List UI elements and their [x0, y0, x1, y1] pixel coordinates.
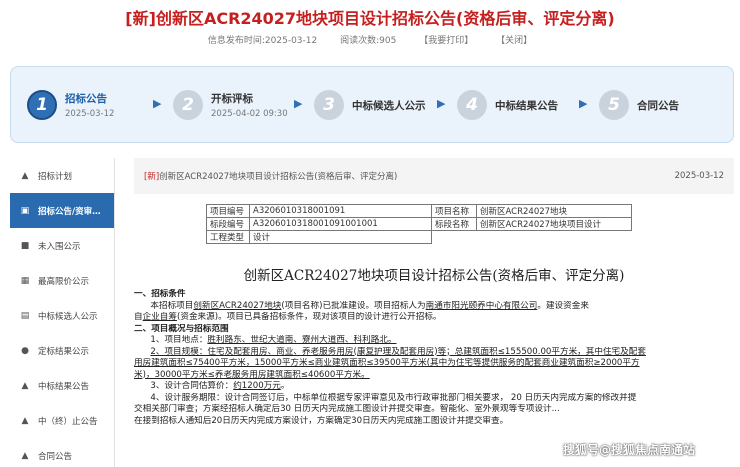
sidebar-item-label: 合同公告	[38, 451, 73, 462]
section-heading: 二、项目概况与招标范围	[134, 323, 229, 334]
paragraph: 在接到招标人通知后20日历天内完成方案设计，方案确定30日历天内完成施工图设计并…	[134, 415, 509, 426]
step-date: 2025-03-12	[65, 109, 115, 119]
sidebar-item-label: 中标候选人公示	[38, 311, 98, 322]
new-tag: [新]	[125, 9, 156, 28]
person-icon: ●	[21, 345, 29, 356]
announcement-body: 一、招标条件 本招标项目创新区ACR24027地块(项目名称)已批准建设。项目招…	[134, 289, 732, 427]
section-heading: 一、招标条件	[134, 289, 186, 299]
new-tag: [新]	[144, 172, 160, 182]
step-arrow-icon: ▶	[437, 97, 446, 110]
bell-icon: ▲	[21, 380, 29, 391]
paragraph: 本招标项目创新区ACR24027地块(项目名称)已批准建设。项目招标人为南通市阳…	[150, 300, 589, 311]
step-number: 2	[173, 90, 203, 120]
sidebar-item-label: 未入围公示	[38, 241, 81, 252]
sidebar-item-not-shortlisted[interactable]: ■ 未入围公示	[10, 228, 114, 263]
sidebar-item-termination[interactable]: ▲ 中（终）止公告	[10, 403, 114, 438]
paragraph: 4、设计服务期限：设计合同签订后，中标单位根据专家评审意见及市行政审批部门相关要…	[150, 392, 637, 403]
paragraph: 米)，30000平方米≤养老服务用房建筑面积≤40600平方米。	[134, 369, 370, 380]
sidebar-item-label: 定标结果公示	[38, 346, 90, 357]
view-count: 阅读次数:905	[340, 36, 397, 46]
paragraph: 1、项目地点：胜利路东、世纪大道南、寮州大道西、科利路北。	[150, 335, 397, 345]
table-cell: 标段名称	[431, 217, 477, 231]
sidebar-item-label: 中（终）止公告	[38, 416, 98, 427]
table-cell: 项目编号	[206, 204, 250, 218]
step-bid-opening[interactable]: ▶ 2 开标评标 2025-04-02 09:30	[153, 85, 288, 125]
content-header-date: 2025-03-12	[674, 171, 724, 181]
sidebar-item-candidates[interactable]: ▤ 中标候选人公示	[10, 298, 114, 333]
step-number: 3	[314, 90, 344, 120]
step-contract-notice[interactable]: ▶ 5 合同公告	[579, 85, 679, 125]
sidebar-item-label: 招标计划	[38, 171, 73, 182]
table-cell: 标段编号	[206, 217, 250, 231]
sidebar-item-label: 招标公告/资审…	[38, 206, 101, 217]
step-arrow-icon: ▶	[153, 97, 162, 110]
table-cell: 创新区ACR24027地块项目设计	[476, 217, 632, 231]
step-number: 1	[27, 90, 57, 120]
paragraph: 2、项目规模：住宅及配套用房、商业、养老服务用房(康复护理及配套用房)等；总建筑…	[150, 346, 646, 357]
step-label: 招标公告	[65, 93, 107, 105]
sidebar-item-label: 最高限价公示	[38, 276, 90, 287]
source-watermark: 搜狐号@搜狐焦点南通站	[563, 443, 696, 457]
table-cell: A3206010318001091001001	[249, 217, 432, 231]
table-row: 工程类型 设计	[206, 230, 632, 244]
building-icon: ■	[20, 240, 30, 251]
table-cell: 项目名称	[431, 204, 477, 218]
sidebar-item-label: 中标结果公告	[38, 381, 90, 392]
step-number: 5	[599, 90, 629, 120]
document-icon: ▣	[20, 205, 30, 216]
meta-bar: 信息发布时间:2025-03-12 阅读次数:905 【我要打印】 【关闭】	[0, 33, 740, 46]
step-arrow-icon: ▶	[579, 97, 588, 110]
step-arrow-icon: ▶	[294, 97, 303, 110]
step-date: 2025-04-02 09:30	[211, 109, 288, 119]
step-candidate-notice[interactable]: ▶ 3 中标候选人公示	[294, 85, 426, 125]
content-header-title: [新]创新区ACR24027地块项目设计招标公告(资格后审、评定分离)	[144, 170, 397, 182]
sidebar-item-award-result[interactable]: ▲ 中标结果公告	[10, 368, 114, 403]
step-award-result[interactable]: ▶ 4 中标结果公告	[437, 85, 558, 125]
sidebar-item-award-decision[interactable]: ● 定标结果公示	[10, 333, 114, 368]
content-header-text: 创新区ACR24027地块项目设计招标公告(资格后审、评定分离)	[159, 172, 398, 182]
table-cell: A3206010318001091	[249, 204, 432, 218]
announcement-content: [新]创新区ACR24027地块项目设计招标公告(资格后审、评定分离) 2025…	[134, 158, 734, 467]
step-label: 中标结果公告	[495, 99, 558, 112]
table-row: 标段编号 A3206010318001091001001 标段名称 创新区ACR…	[206, 217, 632, 231]
publish-time: 信息发布时间:2025-03-12	[207, 36, 318, 46]
sidebar-item-tender-plan[interactable]: ▲ 招标计划	[10, 158, 114, 193]
print-link[interactable]: 【我要打印】	[419, 36, 473, 46]
paragraph: 交相关部门审查；方案经招标人确定后30 日历天内完成施工图设计并提交审查。智能化…	[134, 404, 560, 414]
table-cell: 设计	[249, 230, 432, 244]
clipboard-icon: ▤	[20, 310, 30, 321]
step-tender-notice[interactable]: 1 招标公告 2025-03-12	[27, 85, 114, 125]
step-number: 4	[457, 90, 487, 120]
sidebar-item-tender-notice[interactable]: ▣ 招标公告/资审…	[10, 193, 114, 228]
step-label: 开标评标	[211, 93, 253, 105]
project-info-table: 项目编号 A3206010318001091 项目名称 创新区ACR24027地…	[206, 204, 632, 244]
table-row: 项目编号 A3206010318001091 项目名称 创新区ACR24027地…	[206, 204, 632, 218]
sidebar-item-max-price[interactable]: ▦ 最高限价公示	[10, 263, 114, 298]
bell-icon: ▲	[21, 450, 29, 461]
paragraph: 用房建筑面积≤75400平方米，15000平方米≤商业建筑面积≤39500平方米…	[134, 358, 640, 368]
page-title-text: 创新区ACR24027地块项目设计招标公告(资格后审、评定分离)	[155, 9, 615, 28]
process-steps: 1 招标公告 2025-03-12 ▶ 2 开标评标 2025-04-02 09:3…	[10, 66, 734, 143]
content-header-bar: [新]创新区ACR24027地块项目设计招标公告(资格后审、评定分离) 2025…	[134, 158, 734, 194]
announcement-title: 创新区ACR24027地块项目设计招标公告(资格后审、评定分离)	[243, 268, 625, 284]
close-link[interactable]: 【关闭】	[496, 36, 532, 46]
bell-icon: ▲	[21, 415, 29, 426]
step-label: 合同公告	[637, 99, 679, 112]
price-card-icon: ▦	[20, 275, 30, 286]
table-cell: 创新区ACR24027地块	[476, 204, 632, 218]
bell-icon: ▲	[21, 170, 29, 181]
announcement-page-title: [新]创新区ACR24027地块项目设计招标公告(资格后审、评定分离)	[0, 5, 740, 29]
sidebar-item-contract[interactable]: ▲ 合同公告	[10, 438, 114, 467]
step-label: 中标候选人公示	[352, 99, 426, 112]
paragraph: 3、设计合同估算价：约1200万元。	[150, 381, 290, 391]
table-cell: 工程类型	[206, 230, 250, 244]
paragraph: 自企业自筹(资金来源)。项目已具备招标条件，现对该项目的设计进行公开招标。	[134, 312, 442, 322]
sidebar: ▲ 招标计划 ▣ 招标公告/资审… ■ 未入围公示 ▦ 最高限价公示 ▤ 中标候选人公示 …	[10, 158, 115, 467]
